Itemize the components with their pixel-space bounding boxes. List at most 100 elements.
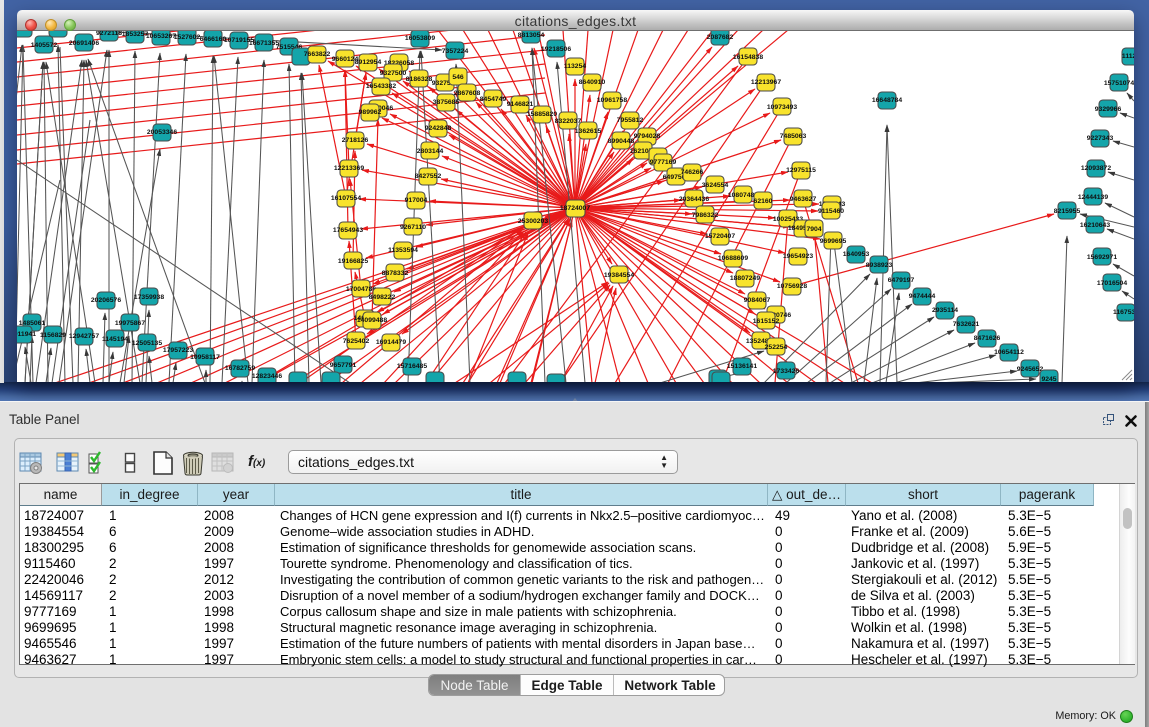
svg-text:14099488: 14099488: [357, 317, 387, 324]
svg-text:15885820: 15885820: [527, 111, 557, 118]
svg-text:8912954: 8912954: [355, 59, 382, 66]
svg-text:9699695: 9699695: [820, 238, 847, 245]
svg-text:12444139: 12444139: [1078, 194, 1108, 201]
svg-text:18807249: 18807249: [730, 275, 760, 282]
svg-text:7485063: 7485063: [780, 133, 807, 140]
svg-text:10958117: 10958117: [190, 354, 220, 361]
svg-text:10688609: 10688609: [718, 255, 748, 262]
svg-text:12942757: 12942757: [69, 333, 99, 340]
svg-text:19654923: 19654923: [783, 253, 813, 260]
svg-text:20691406: 20691406: [69, 40, 99, 47]
svg-text:3911941: 3911941: [17, 331, 36, 338]
svg-text:9327500: 9327500: [380, 70, 407, 77]
svg-text:20206576: 20206576: [91, 297, 121, 304]
svg-text:16671355: 16671355: [249, 40, 279, 47]
svg-text:8454749: 8454749: [480, 96, 507, 103]
svg-text:1640953: 1640953: [843, 251, 870, 258]
svg-text:8938923: 8938923: [866, 262, 893, 269]
svg-text:9474444: 9474444: [909, 293, 936, 300]
svg-text:2935114: 2935114: [932, 307, 958, 314]
svg-text:16914479: 16914479: [376, 339, 406, 346]
svg-text:17654943: 17654943: [333, 227, 363, 234]
svg-text:16154838: 16154838: [733, 54, 763, 61]
svg-text:15751074: 15751074: [1104, 80, 1134, 87]
svg-text:3624554: 3624554: [702, 182, 729, 189]
svg-text:9794028: 9794028: [634, 133, 661, 140]
svg-text:10973493: 10973493: [767, 104, 797, 111]
svg-text:917004: 917004: [405, 197, 428, 204]
svg-text:7625402: 7625402: [343, 338, 370, 345]
svg-text:17004786: 17004786: [346, 286, 376, 293]
svg-text:8498222: 8498222: [369, 294, 396, 301]
svg-text:8878332: 8878332: [382, 270, 409, 277]
svg-text:19975867: 19975867: [115, 320, 145, 327]
svg-text:2803144: 2803144: [417, 148, 444, 155]
svg-text:12213369: 12213369: [334, 165, 364, 172]
svg-text:15716485: 15716485: [397, 363, 427, 370]
svg-text:8640910: 8640910: [579, 79, 606, 86]
svg-text:9657791: 9657791: [330, 362, 357, 369]
svg-text:7955812: 7955812: [617, 117, 644, 124]
svg-text:8813054: 8813054: [518, 32, 545, 39]
svg-text:7986322: 7986322: [692, 212, 719, 219]
svg-text:7632621: 7632621: [953, 321, 980, 328]
svg-text:2718126: 2718126: [342, 137, 369, 144]
svg-text:62160: 62160: [754, 198, 773, 205]
svg-text:19384554: 19384554: [604, 272, 634, 279]
svg-text:9329966: 9329966: [1095, 106, 1122, 113]
svg-text:746266: 746266: [681, 169, 704, 176]
svg-text:16648784: 16648784: [872, 97, 902, 104]
svg-text:12823446: 12823446: [252, 373, 282, 380]
svg-text:15720407: 15720407: [705, 233, 735, 240]
svg-text:9245: 9245: [1041, 376, 1056, 382]
svg-text:1733426: 1733426: [773, 368, 800, 375]
svg-text:2867608: 2867608: [454, 90, 481, 97]
svg-text:6466160: 6466160: [200, 36, 227, 43]
svg-text:8186328: 8186328: [406, 76, 433, 83]
svg-text:11128: 11128: [1122, 53, 1134, 60]
svg-text:9267110: 9267110: [400, 224, 426, 231]
svg-text:15136141: 15136141: [727, 363, 757, 370]
svg-text:10961758: 10961758: [597, 97, 627, 104]
svg-text:8427552: 8427552: [415, 173, 442, 180]
svg-text:1145194: 1145194: [102, 336, 128, 343]
svg-text:10756928: 10756928: [777, 283, 807, 290]
svg-text:9146821: 9146821: [507, 101, 534, 108]
svg-text:12975115: 12975115: [786, 167, 816, 174]
svg-text:2087682: 2087682: [707, 34, 734, 41]
svg-text:20053346: 20053346: [147, 129, 177, 136]
svg-text:17957223: 17957223: [163, 347, 193, 354]
svg-text:252254: 252254: [765, 344, 788, 351]
svg-text:10654112: 10654112: [994, 349, 1024, 356]
svg-text:989962: 989962: [359, 109, 382, 116]
svg-text:7904: 7904: [806, 226, 821, 233]
svg-text:20364436: 20364436: [679, 196, 709, 203]
svg-text:15692971: 15692971: [1087, 254, 1117, 261]
svg-text:8471626: 8471626: [974, 335, 1001, 342]
svg-text:8215955: 8215955: [1054, 208, 1081, 215]
svg-text:19218506: 19218506: [541, 46, 571, 53]
svg-text:17359938: 17359938: [134, 294, 164, 301]
svg-text:9242848: 9242848: [425, 125, 452, 132]
svg-text:9272118: 9272118: [96, 31, 122, 37]
svg-text:6479197: 6479197: [888, 277, 915, 284]
svg-text:9115460: 9115460: [818, 208, 844, 215]
svg-text:12505135: 12505135: [132, 340, 162, 347]
svg-text:19166825: 19166825: [338, 258, 368, 265]
svg-text:16107554: 16107554: [331, 195, 361, 202]
svg-text:9777169: 9777169: [650, 159, 677, 166]
svg-text:18724007: 18724007: [560, 205, 590, 212]
svg-text:8322037: 8322037: [555, 118, 582, 125]
svg-text:11353594: 11353594: [388, 247, 418, 254]
svg-text:16053809: 16053809: [405, 35, 435, 42]
svg-text:1527602: 1527602: [174, 34, 201, 41]
svg-text:8990448: 8990448: [608, 138, 635, 145]
svg-text:7357224: 7357224: [442, 48, 469, 55]
svg-text:16210643: 16210643: [1080, 222, 1110, 229]
svg-text:16782759: 16782759: [225, 365, 255, 372]
svg-text:1156829: 1156829: [40, 332, 66, 339]
svg-text:1167533: 1167533: [1113, 309, 1134, 316]
svg-text:9084067: 9084067: [744, 297, 771, 304]
svg-text:17016504: 17016504: [1097, 280, 1127, 287]
svg-text:3875685: 3875685: [433, 99, 460, 106]
